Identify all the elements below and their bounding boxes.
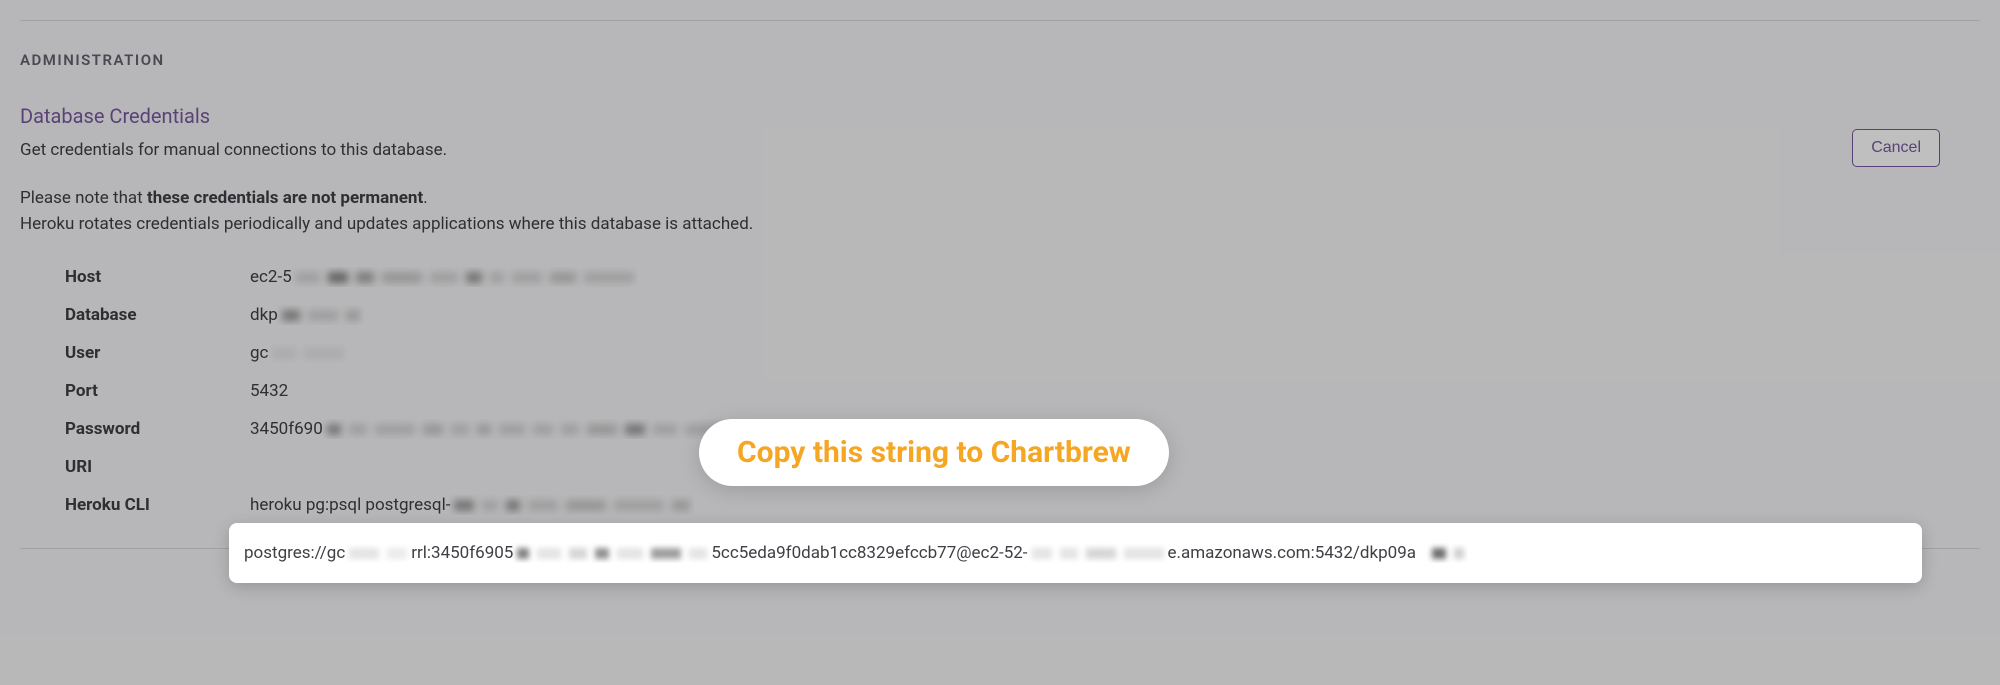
table-row: Heroku CLI heroku pg:psql postgresql-	[65, 492, 1980, 518]
port-value[interactable]: 5432	[250, 381, 288, 401]
heroku-cli-value[interactable]: heroku pg:psql postgresql-	[250, 495, 694, 515]
description-text: Get credentials for manual connections t…	[20, 140, 1852, 160]
note-line-2: Heroku rotates credentials periodically …	[20, 214, 1852, 234]
port-label: Port	[65, 381, 250, 401]
host-label: Host	[65, 267, 250, 287]
uri-value-highlight[interactable]: postgres://gcrrl:3450f69055cc5eda9f0dab1…	[229, 523, 1922, 583]
section-header: ADMINISTRATION	[20, 51, 1980, 69]
uri-value: postgres://gcrrl:3450f69055cc5eda9f0dab1…	[244, 543, 1468, 563]
table-row: Port 5432	[65, 378, 1980, 404]
instruction-tooltip: Copy this string to Chartbrew	[699, 419, 1169, 486]
password-value[interactable]: 3450f690	[250, 419, 739, 439]
table-row: Host ec2-5	[65, 264, 1980, 290]
heroku-cli-label: Heroku CLI	[65, 495, 250, 515]
database-value[interactable]: dkp	[250, 305, 364, 325]
table-row: Database dkp	[65, 302, 1980, 328]
user-value[interactable]: gc	[250, 343, 348, 363]
table-row: User gc	[65, 340, 1980, 366]
host-value[interactable]: ec2-5	[250, 267, 638, 287]
cancel-button[interactable]: Cancel	[1852, 129, 1940, 167]
uri-label: URI	[65, 457, 250, 477]
subsection-title: Database Credentials	[20, 104, 1852, 128]
password-label: Password	[65, 419, 250, 439]
user-label: User	[65, 343, 250, 363]
top-divider	[20, 20, 1980, 21]
note-line-1: Please note that these credentials are n…	[20, 188, 1852, 208]
database-label: Database	[65, 305, 250, 325]
